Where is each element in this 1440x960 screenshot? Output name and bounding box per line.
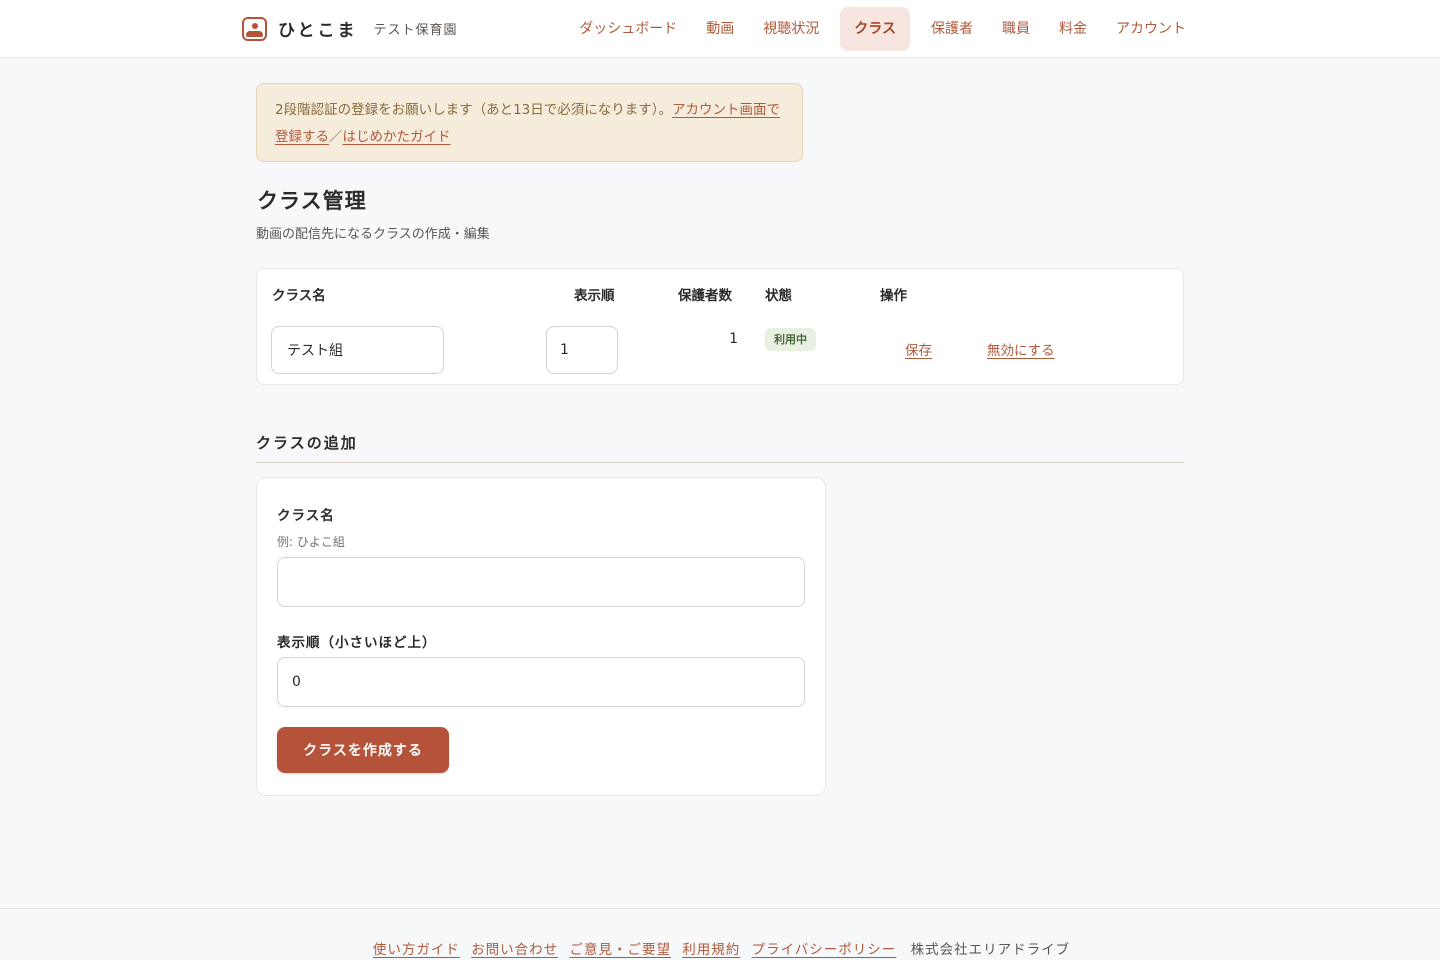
nav-item-account[interactable]: アカウント: [1108, 7, 1194, 51]
new-class-order-input[interactable]: [277, 657, 805, 707]
column-header-name: クラス名: [272, 288, 326, 304]
save-button[interactable]: 保存: [905, 339, 932, 359]
getting-started-guide-link[interactable]: はじめかたガイド: [343, 129, 451, 145]
footer-link-feedback[interactable]: ご意見・ご要望: [569, 942, 671, 958]
organization-name: テスト保育園: [373, 23, 458, 38]
main-nav: ダッシュボード 動画 視聴状況 クラス 保護者 職員 料金 アカウント: [558, 7, 1194, 51]
page-title: クラス管理: [257, 189, 367, 213]
page-subtitle: 動画の配信先になるクラスの作成・編集: [256, 227, 490, 242]
nav-item-classes[interactable]: クラス: [840, 7, 910, 51]
disable-button[interactable]: 無効にする: [987, 339, 1055, 359]
new-class-name-label: クラス名: [277, 508, 335, 524]
column-header-order: 表示順: [574, 288, 615, 304]
add-class-heading: クラスの追加: [256, 432, 1184, 463]
alert-text: 2段階認証の登録をお願いします（あと13日で必須になります）。: [275, 102, 673, 118]
nav-item-staff[interactable]: 職員: [994, 7, 1038, 51]
brand[interactable]: ひとこま テスト保育園: [242, 16, 458, 41]
column-header-status: 状態: [765, 288, 792, 304]
create-class-button[interactable]: クラスを作成する: [277, 727, 449, 773]
column-header-guardians: 保護者数: [678, 288, 732, 304]
footer-link-privacy[interactable]: プライバシーポリシー: [752, 942, 897, 958]
class-name-input[interactable]: [271, 326, 444, 374]
class-order-input[interactable]: [546, 326, 618, 374]
status-badge: 利用中: [765, 328, 816, 351]
footer-link-guide[interactable]: 使い方ガイド: [373, 942, 460, 958]
brand-name: ひとこま: [278, 21, 358, 41]
alert-separator: ／: [329, 129, 343, 145]
new-class-name-input[interactable]: [277, 557, 805, 607]
footer: 使い方ガイド お問い合わせ ご意見・ご要望 利用規約 プライバシーポリシー 株式…: [0, 908, 1440, 960]
footer-link-contact[interactable]: お問い合わせ: [471, 942, 558, 958]
nav-item-viewing-status[interactable]: 視聴状況: [755, 7, 827, 51]
footer-links: 使い方ガイド お問い合わせ ご意見・ご要望 利用規約 プライバシーポリシー 株式…: [0, 938, 1440, 958]
new-class-order-label: 表示順（小さいほど上）: [277, 635, 437, 651]
column-header-actions: 操作: [880, 288, 907, 304]
app-header: ひとこま テスト保育園 ダッシュボード 動画 視聴状況 クラス 保護者 職員 料…: [0, 0, 1440, 58]
nav-item-guardians[interactable]: 保護者: [923, 7, 981, 51]
class-table: クラス名 表示順 保護者数 状態 操作 1 利用中 保存 無効にする: [256, 268, 1184, 385]
guardian-count: 1: [729, 331, 738, 347]
footer-link-terms[interactable]: 利用規約: [682, 942, 740, 958]
two-factor-alert: 2段階認証の登録をお願いします（あと13日で必須になります）。アカウント画面で登…: [256, 83, 803, 162]
photo-frame-icon: [242, 16, 267, 41]
nav-item-dashboard[interactable]: ダッシュボード: [571, 7, 685, 51]
new-class-name-hint: 例: ひよこ組: [277, 535, 345, 549]
company-name: 株式会社エリアドライブ: [910, 942, 1071, 958]
nav-item-pricing[interactable]: 料金: [1051, 7, 1095, 51]
add-class-form: クラス名 例: ひよこ組 表示順（小さいほど上） クラスを作成する: [256, 477, 826, 796]
nav-item-videos[interactable]: 動画: [698, 7, 742, 51]
